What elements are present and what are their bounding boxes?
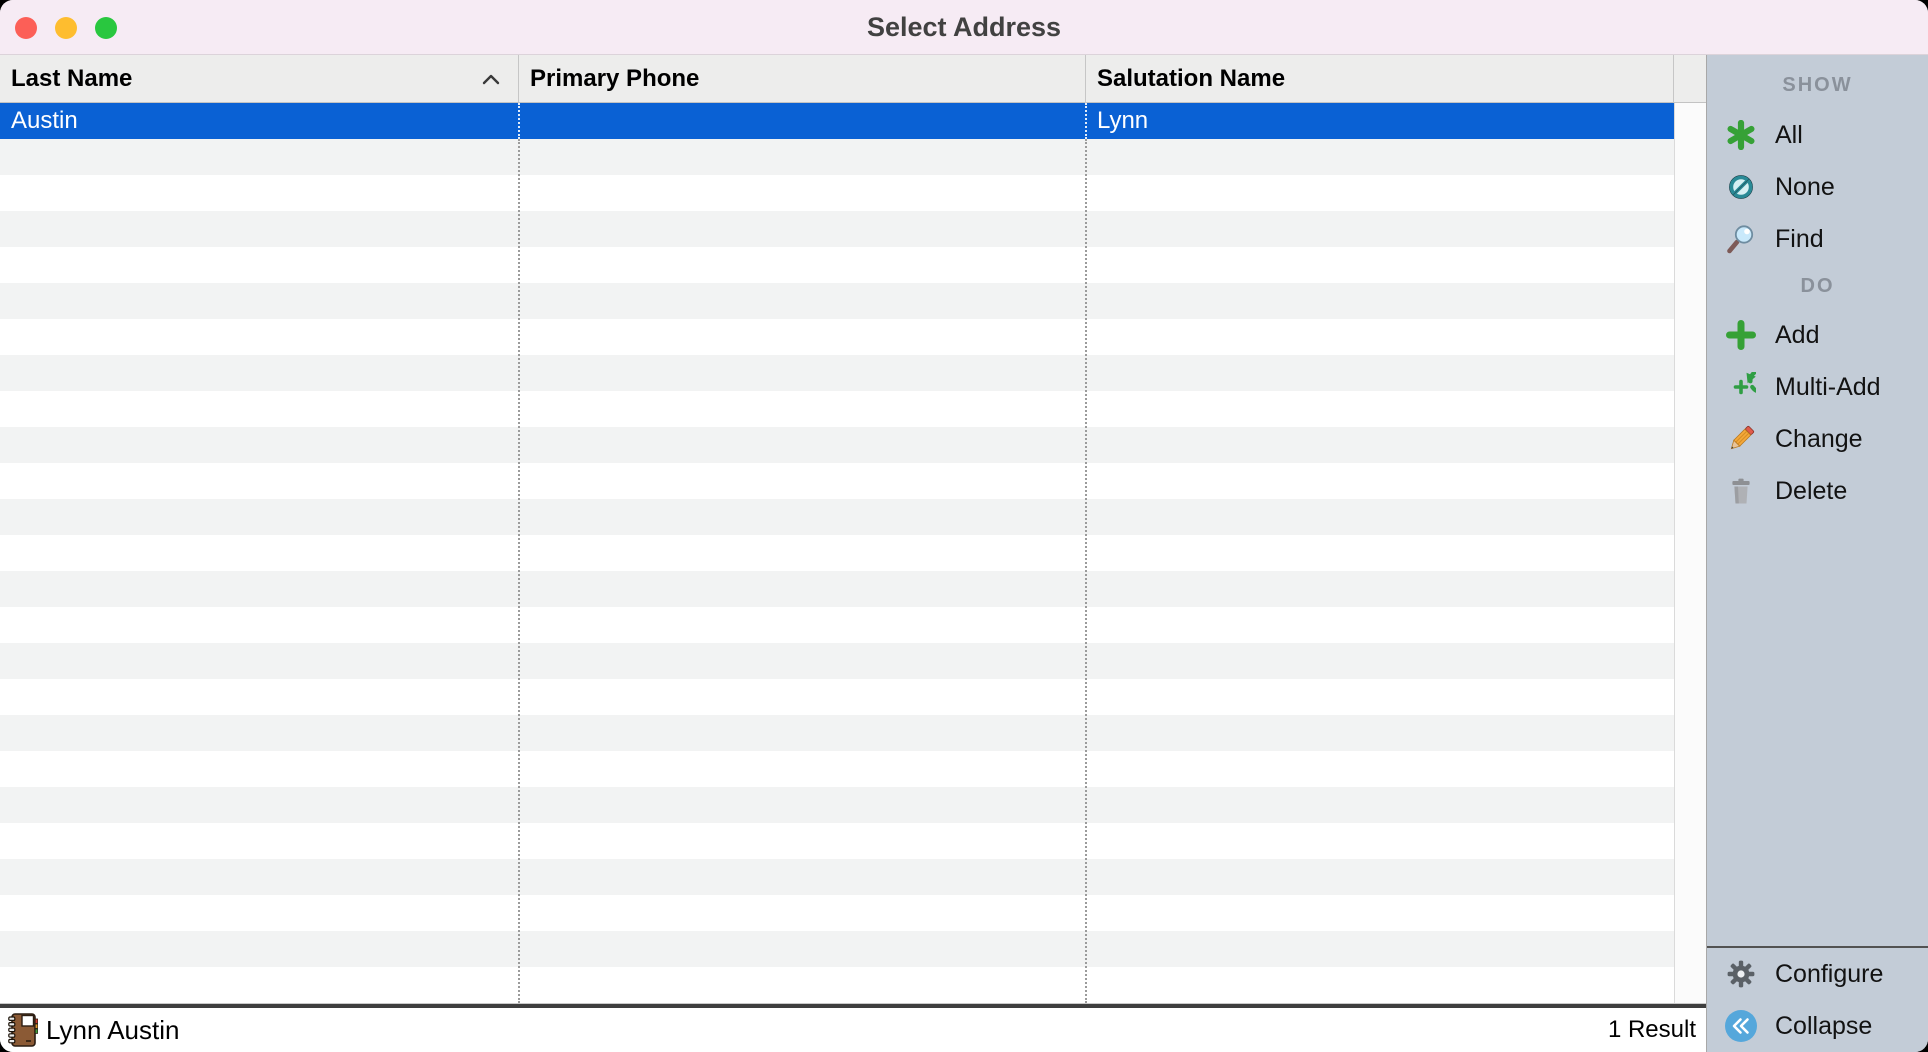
table-row-selected[interactable]: Austin Lynn	[0, 103, 1674, 139]
table-row-empty	[0, 859, 1674, 895]
sidebar-item-label: All	[1775, 121, 1803, 150]
column-divider-dotted	[1085, 139, 1087, 1003]
sidebar-item-configure[interactable]: Configure	[1707, 948, 1928, 1000]
column-divider-dotted	[1085, 103, 1087, 139]
sidebar-item-label: Change	[1775, 425, 1863, 454]
traffic-lights	[15, 0, 117, 55]
table-row-empty	[0, 751, 1674, 787]
column-header-salutation-name[interactable]: Salutation Name	[1086, 55, 1674, 102]
table-row-empty	[0, 823, 1674, 859]
circular-arrow-plus-icon	[1721, 372, 1761, 402]
zoom-button[interactable]	[95, 17, 117, 39]
sidebar-item-change[interactable]: Change	[1707, 413, 1928, 465]
table-row-empty	[0, 607, 1674, 643]
section-label-show: SHOW	[1707, 69, 1928, 101]
sidebar-item-label: Delete	[1775, 477, 1847, 506]
sidebar-footer: Configure Collapse	[1707, 946, 1928, 1052]
table-row-empty	[0, 175, 1674, 211]
cell-salutation-name: Lynn	[1086, 103, 1674, 139]
table-header-row: Last Name Primary Phone Salutation Name	[0, 55, 1706, 103]
table-row-empty	[0, 463, 1674, 499]
sidebar-item-label: Find	[1775, 225, 1824, 254]
column-header-label: Last Name	[11, 65, 132, 93]
column-divider-dotted	[518, 139, 520, 1003]
table-row-empty	[0, 967, 1674, 1003]
address-book-icon	[8, 1012, 38, 1048]
minimize-button[interactable]	[55, 17, 77, 39]
table-row-empty	[0, 787, 1674, 823]
column-header-label: Salutation Name	[1097, 65, 1285, 93]
sidebar-item-label: Collapse	[1775, 1012, 1872, 1041]
cell-primary-phone	[519, 103, 1086, 139]
sidebar-item-none[interactable]: None	[1707, 161, 1928, 213]
title-bar: Select Address	[0, 0, 1928, 55]
table-row-empty	[0, 931, 1674, 967]
current-record-name: Lynn Austin	[46, 1015, 179, 1046]
sort-ascending-icon	[478, 71, 504, 87]
table-row-empty	[0, 427, 1674, 463]
action-sidebar: SHOW All	[1706, 55, 1928, 1052]
table-row-empty	[0, 535, 1674, 571]
column-header-label: Primary Phone	[530, 65, 699, 93]
table-row-empty	[0, 571, 1674, 607]
table-row-empty	[0, 355, 1674, 391]
column-header-primary-phone[interactable]: Primary Phone	[519, 55, 1086, 102]
window-title: Select Address	[0, 12, 1928, 43]
sidebar-item-find[interactable]: Find	[1707, 213, 1928, 265]
magnifier-icon	[1721, 224, 1761, 254]
sidebar-item-all[interactable]: All	[1707, 109, 1928, 161]
scrollbar-track[interactable]	[1674, 103, 1706, 1003]
table-row-empty	[0, 679, 1674, 715]
sidebar-item-add[interactable]: Add	[1707, 309, 1928, 361]
sidebar-item-collapse[interactable]: Collapse	[1707, 1000, 1928, 1052]
select-address-window: Select Address Last Name Primary Phone	[0, 0, 1928, 1052]
column-header-stub	[1674, 55, 1706, 102]
sidebar-item-label: Add	[1775, 321, 1819, 350]
sidebar-item-delete[interactable]: Delete	[1707, 465, 1928, 517]
table-row-empty	[0, 247, 1674, 283]
status-bar: Lynn Austin 1 Result	[0, 1008, 1706, 1052]
cell-last-name: Austin	[0, 103, 519, 139]
table-row-empty	[0, 283, 1674, 319]
sidebar-item-multi-add[interactable]: Multi-Add	[1707, 361, 1928, 413]
gear-icon	[1721, 959, 1761, 989]
section-label-do: DO	[1707, 271, 1928, 301]
table-row-empty	[0, 319, 1674, 355]
address-table: Last Name Primary Phone Salutation Name	[0, 55, 1706, 1003]
collapse-circle-icon	[1721, 1009, 1761, 1043]
sidebar-item-label: Configure	[1775, 960, 1883, 989]
asterisk-icon	[1721, 120, 1761, 150]
table-row-empty	[0, 643, 1674, 679]
table-row-empty	[0, 499, 1674, 535]
result-count: 1 Result	[1608, 1016, 1696, 1044]
table-row-empty	[0, 715, 1674, 751]
table-body: Austin Lynn	[0, 103, 1706, 1003]
table-row-empty	[0, 391, 1674, 427]
column-divider-dotted	[518, 103, 520, 139]
close-button[interactable]	[15, 17, 37, 39]
sidebar-item-label: Multi-Add	[1775, 373, 1881, 402]
table-row-empty	[0, 211, 1674, 247]
trash-icon	[1721, 476, 1761, 506]
table-row-empty	[0, 895, 1674, 931]
sidebar-item-label: None	[1775, 173, 1835, 202]
column-header-last-name[interactable]: Last Name	[0, 55, 519, 102]
table-row-empty	[0, 139, 1674, 175]
plus-icon	[1721, 320, 1761, 350]
pencil-icon	[1721, 424, 1761, 454]
no-sign-icon	[1721, 172, 1761, 202]
